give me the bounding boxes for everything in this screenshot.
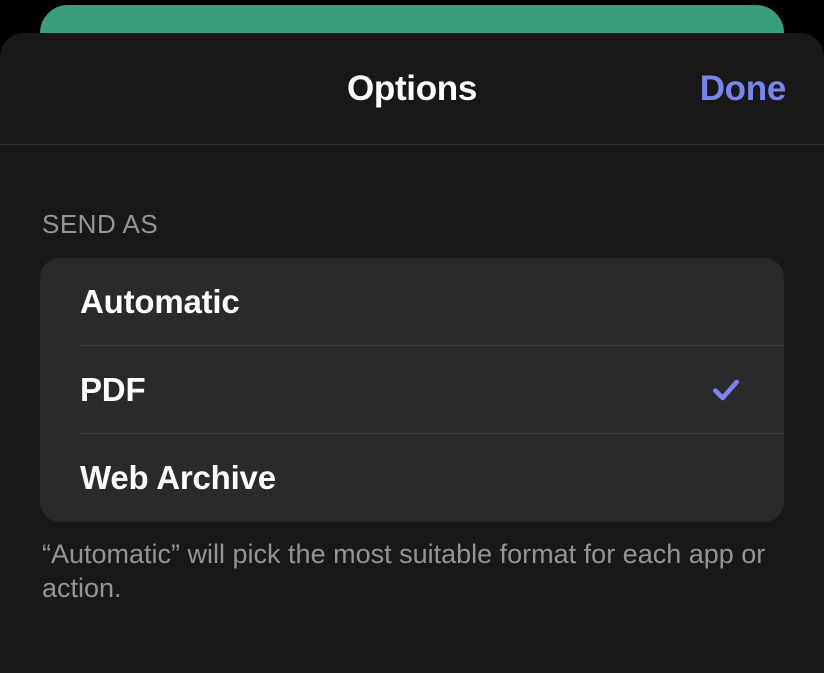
sheet-content: SEND AS Automatic PDF Web Archive “Autom… <box>0 145 824 606</box>
sheet-header: Options Done <box>0 33 824 145</box>
section-header: SEND AS <box>40 209 784 240</box>
options-sheet: Options Done SEND AS Automatic PDF Web A… <box>0 33 824 673</box>
done-button[interactable]: Done <box>700 69 786 109</box>
send-as-list: Automatic PDF Web Archive <box>40 258 784 522</box>
list-item-web-archive[interactable]: Web Archive <box>40 434 784 522</box>
checkmark-icon <box>708 372 744 408</box>
list-item-label: Automatic <box>80 283 240 321</box>
list-item-automatic[interactable]: Automatic <box>40 258 784 346</box>
list-item-label: PDF <box>80 371 145 409</box>
page-title: Options <box>347 69 477 109</box>
list-item-label: Web Archive <box>80 459 276 497</box>
section-footer: “Automatic” will pick the most suitable … <box>40 538 784 606</box>
list-item-pdf[interactable]: PDF <box>40 346 784 434</box>
